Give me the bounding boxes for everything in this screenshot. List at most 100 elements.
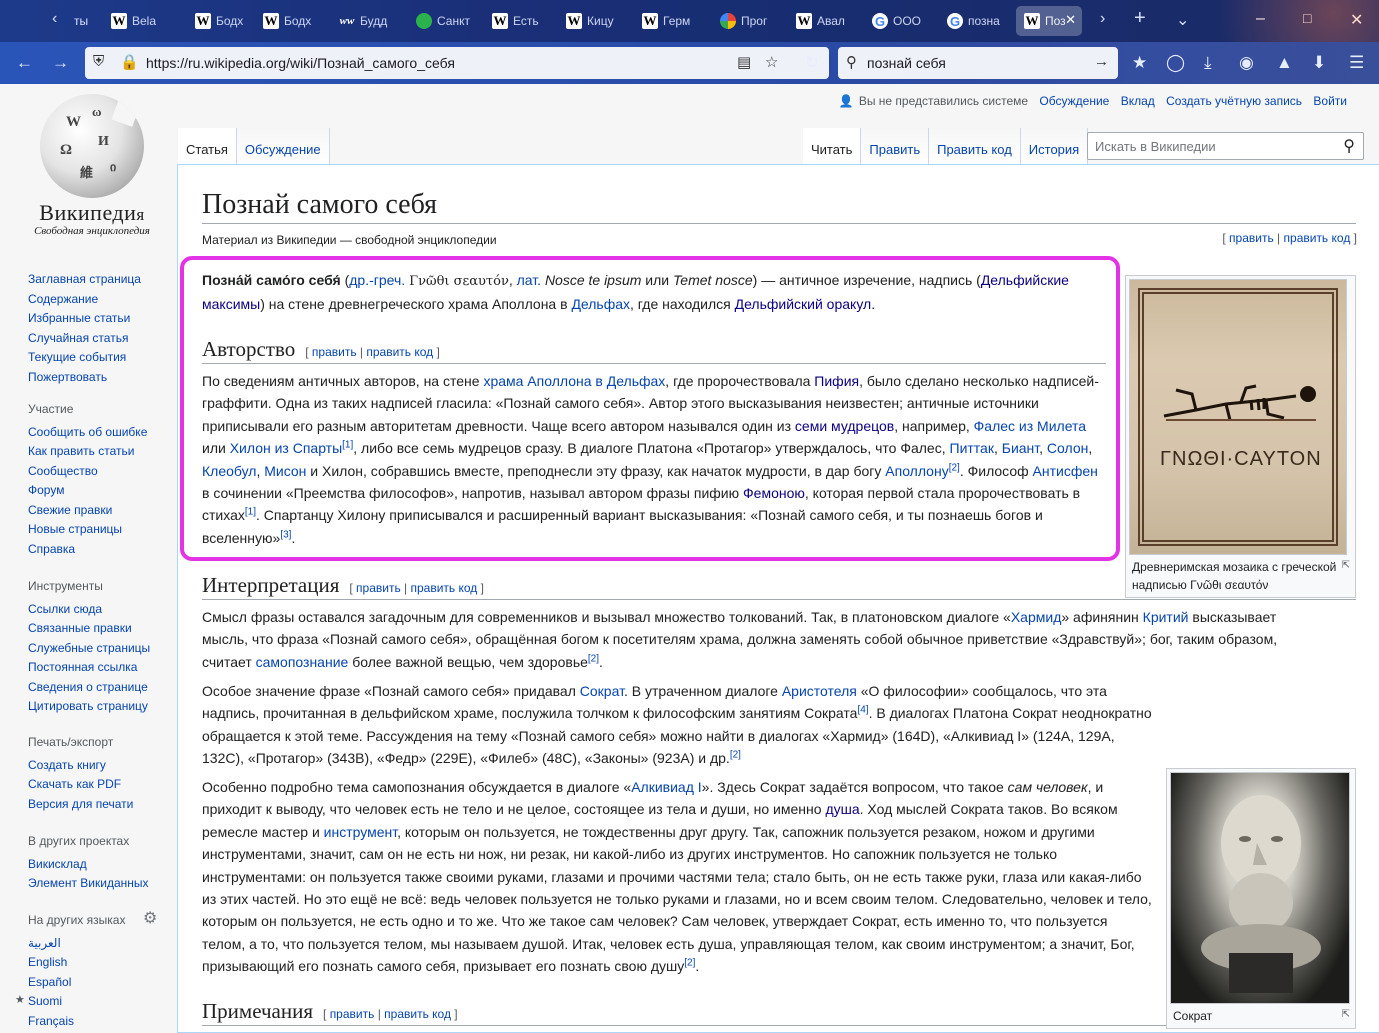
browser-tab[interactable]: ww Будд — [331, 6, 397, 36]
sidebar-link[interactable]: Служебные страницы — [28, 639, 150, 659]
reload-icon[interactable]: ↻ — [805, 53, 819, 73]
sidebar-link[interactable]: Сообщить об ошибке — [28, 423, 147, 443]
link[interactable]: Солон — [1047, 440, 1088, 456]
tab-history[interactable]: История — [1020, 128, 1089, 164]
search-query[interactable]: познай себя — [867, 55, 946, 71]
browser-tab[interactable]: W Кицу — [558, 6, 624, 36]
gear-icon[interactable]: ⚙ — [143, 909, 157, 929]
tab-talk[interactable]: Обсуждение — [236, 128, 330, 164]
edit-code-link[interactable]: править код — [1284, 231, 1351, 245]
tab-read[interactable]: Читать — [803, 128, 862, 164]
url-text[interactable]: https://ru.wikipedia.org/wiki/Познай_сам… — [146, 55, 455, 71]
sidebar-link[interactable]: Текущие события — [28, 348, 141, 368]
link[interactable]: Фалес из Милета — [974, 418, 1086, 434]
browser-tab[interactable]: W Авал — [788, 6, 854, 36]
link[interactable]: храма Аполлона в Дельфах — [483, 373, 665, 389]
enlarge-icon[interactable]: ⇱ — [1342, 1006, 1350, 1024]
minimize-icon[interactable]: – — [1256, 10, 1265, 28]
tab-edit[interactable]: Править — [861, 128, 930, 164]
sidebar-link[interactable]: Новые страницы — [28, 520, 147, 540]
browser-tab[interactable]: G ООО — [864, 6, 930, 36]
sidebar-link[interactable]: Постоянная ссылка — [28, 658, 150, 678]
link[interactable]: Клеобул — [202, 463, 256, 479]
browser-tab[interactable]: W Герм — [634, 6, 700, 36]
address-bar[interactable]: ⛨ 🔒 https://ru.wikipedia.org/wiki/Познай… — [85, 47, 829, 79]
sidebar-link[interactable]: Скачать как PDF — [28, 775, 133, 795]
lock-icon[interactable]: 🔒 — [120, 53, 139, 71]
sidebar-link[interactable]: Случайная статья — [28, 329, 141, 349]
sidebar-link[interactable]: Заглавная страница — [28, 270, 141, 290]
link[interactable]: Аполлону — [885, 463, 948, 479]
new-tab-icon[interactable]: + — [1134, 7, 1146, 30]
wikipedia-logo[interactable]: W ω Ω И 維 ი Википедия Свободная энциклоп… — [22, 94, 162, 237]
browser-tab[interactable]: W Бодх — [187, 6, 253, 36]
link[interactable]: Хармид — [1011, 609, 1062, 625]
link[interactable]: Мисон — [264, 463, 306, 479]
sidebar-link[interactable]: Ссылки сюда — [28, 600, 150, 620]
enlarge-icon[interactable]: ⇱ — [1342, 557, 1350, 575]
sidebar-link[interactable]: Пожертвовать — [28, 368, 141, 388]
close-window-icon[interactable]: ✕ — [1350, 10, 1363, 30]
browser-tab[interactable]: W Bela — [103, 6, 169, 36]
sidebar-link[interactable]: Справка — [28, 540, 147, 560]
wiki-search-input[interactable]: Искать в Википедии ⚲ — [1087, 132, 1364, 160]
account-icon[interactable]: ◉ — [1239, 53, 1254, 73]
create-account-link[interactable]: Создать учётную запись — [1166, 94, 1302, 108]
link[interactable]: лат. — [517, 272, 541, 288]
tab-scroll-right-icon[interactable]: › — [1100, 10, 1105, 28]
addon-download-icon[interactable]: ⬇ — [1312, 53, 1326, 73]
tab-article[interactable]: Статья — [178, 128, 237, 164]
bookmark-star-icon[interactable]: ☆ — [765, 53, 778, 71]
language-link[interactable]: العربية — [28, 934, 125, 954]
reader-view-icon[interactable]: ▤ — [737, 53, 751, 71]
login-link[interactable]: Войти — [1313, 94, 1347, 108]
language-link[interactable]: Français — [28, 1012, 125, 1032]
sidebar-link[interactable]: Содержание — [28, 290, 141, 310]
link[interactable]: др.-греч. — [349, 272, 405, 288]
back-icon[interactable]: ← — [16, 53, 33, 73]
pocket-icon[interactable]: ◯ — [1166, 53, 1185, 73]
forward-icon[interactable]: → — [52, 53, 69, 73]
go-arrow-icon[interactable]: → — [1094, 53, 1109, 70]
language-link[interactable]: English — [28, 953, 125, 973]
link[interactable]: самопознание — [256, 654, 349, 670]
sidebar-link[interactable]: Избранные статьи — [28, 309, 141, 329]
sidebar-link[interactable]: Элемент Викиданных — [28, 874, 149, 894]
sidebar-link[interactable]: Сообщество — [28, 462, 147, 482]
socrates-bust-image[interactable] — [1170, 772, 1350, 1004]
mosaic-image[interactable]: ΓΝΩΘΙ·CAYTON — [1129, 279, 1347, 555]
tab-scroll-left-icon[interactable]: ‹ — [52, 10, 57, 28]
menu-icon[interactable]: ☰ — [1349, 53, 1364, 73]
browser-tab[interactable]: W Поз ✕ — [1016, 6, 1082, 36]
browser-tab[interactable]: Санкт — [408, 6, 474, 36]
contributions-link[interactable]: Вклад — [1121, 94, 1155, 108]
search-icon[interactable]: ⚲ — [1343, 136, 1355, 156]
sidebar-link[interactable]: Связанные правки — [28, 619, 150, 639]
link[interactable]: Критий — [1143, 609, 1189, 625]
link[interactable]: Дельфийский оракул — [735, 296, 872, 312]
tab-fragment[interactable]: ты — [74, 14, 88, 28]
edit-link[interactable]: править — [1229, 231, 1274, 245]
link[interactable]: Антисфен — [1033, 463, 1098, 479]
link[interactable]: Алкивиад I — [631, 779, 701, 795]
language-link[interactable]: Español — [28, 973, 125, 993]
sidebar-link[interactable]: Версия для печати — [28, 795, 133, 815]
browser-tab[interactable]: W Бодх — [255, 6, 321, 36]
link[interactable]: Питтак — [950, 440, 994, 456]
link[interactable]: Сократ — [580, 683, 624, 699]
link[interactable]: Биант — [1002, 440, 1039, 456]
maximize-icon[interactable]: □ — [1303, 10, 1311, 26]
search-bar[interactable]: ⚲ познай себя → — [838, 47, 1118, 79]
sidebar-link[interactable]: Цитировать страницу — [28, 697, 150, 717]
addon-icon[interactable]: ▲ — [1276, 53, 1293, 73]
user-talk-link[interactable]: Обсуждение — [1039, 94, 1109, 108]
extensions-icon[interactable]: ★ — [1132, 53, 1147, 73]
sidebar-link[interactable]: Как править статьи — [28, 442, 147, 462]
close-tab-icon[interactable]: ✕ — [1065, 12, 1076, 28]
browser-tab[interactable]: Прог — [712, 6, 778, 36]
sidebar-link[interactable]: Форум — [28, 481, 147, 501]
link[interactable]: Дельфах — [571, 296, 630, 312]
browser-tab[interactable]: W Есть — [484, 6, 550, 36]
sidebar-link[interactable]: Сведения о странице — [28, 678, 150, 698]
language-link[interactable]: Suomi — [28, 992, 125, 1012]
